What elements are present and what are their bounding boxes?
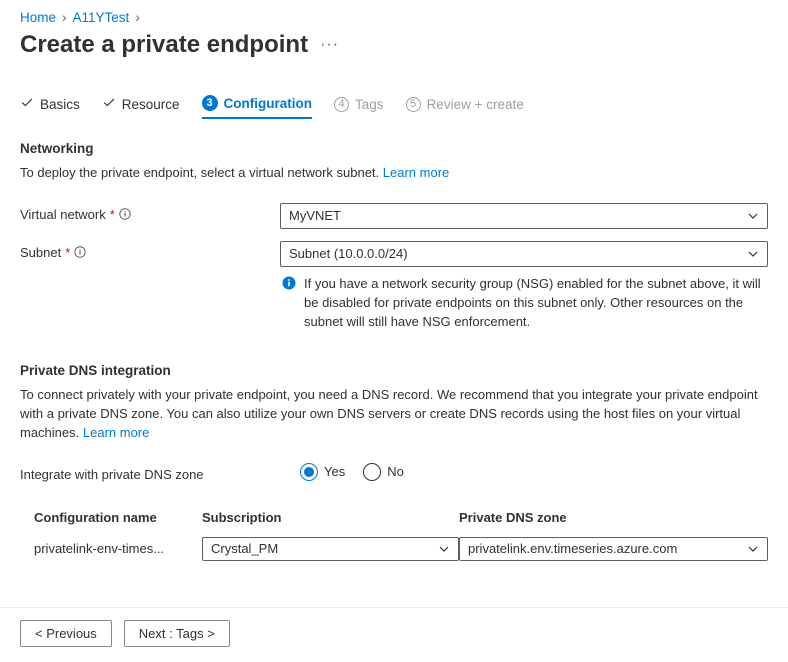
chevron-right-icon: › <box>62 10 67 25</box>
required-asterisk: * <box>110 207 115 222</box>
nsg-hint-text: If you have a network security group (NS… <box>304 275 766 332</box>
tabs: Basics Resource 3 Configuration 4 Tags 5… <box>20 95 768 119</box>
tab-configuration[interactable]: 3 Configuration <box>202 95 312 119</box>
table-row: privatelink-env-times... Crystal_PM priv… <box>20 531 768 567</box>
info-icon[interactable] <box>74 246 86 258</box>
footer: < Previous Next : Tags > <box>0 607 788 659</box>
subnet-value: Subnet (10.0.0.0/24) <box>289 246 408 261</box>
tab-resource[interactable]: Resource <box>102 95 180 119</box>
step-number-icon: 3 <box>202 95 218 111</box>
next-button[interactable]: Next : Tags > <box>124 620 230 647</box>
radio-circle-icon <box>363 463 381 481</box>
tab-label: Resource <box>122 97 180 112</box>
learn-more-link[interactable]: Learn more <box>383 165 449 180</box>
th-subscription: Subscription <box>202 510 459 525</box>
subnet-label: Subnet * <box>20 241 280 260</box>
page-title: Create a private endpoint <box>20 31 308 59</box>
tab-basics[interactable]: Basics <box>20 95 80 119</box>
tab-label: Tags <box>355 97 384 112</box>
private-dns-zone-value: privatelink.env.timeseries.azure.com <box>468 541 677 556</box>
info-icon <box>282 275 296 332</box>
checkmark-icon <box>102 96 116 113</box>
radio-label: No <box>387 464 404 479</box>
breadcrumb-home[interactable]: Home <box>20 10 56 25</box>
th-configuration-name: Configuration name <box>20 510 202 525</box>
required-asterisk: * <box>65 245 70 260</box>
chevron-down-icon <box>747 543 759 555</box>
section-heading-networking: Networking <box>20 141 768 156</box>
th-private-dns-zone: Private DNS zone <box>459 510 768 525</box>
tab-label: Basics <box>40 97 80 112</box>
learn-more-link[interactable]: Learn more <box>83 425 149 440</box>
radio-circle-icon <box>300 463 318 481</box>
breadcrumb-a11ytest[interactable]: A11YTest <box>73 10 130 25</box>
more-actions-icon[interactable]: ··· <box>320 36 339 54</box>
subscription-value: Crystal_PM <box>211 541 278 556</box>
tab-review-create[interactable]: 5 Review + create <box>406 95 524 119</box>
checkmark-icon <box>20 96 34 113</box>
networking-description: To deploy the private endpoint, select a… <box>20 164 768 183</box>
step-number-icon: 5 <box>406 97 421 112</box>
radio-yes[interactable]: Yes <box>300 463 345 481</box>
previous-button[interactable]: < Previous <box>20 620 112 647</box>
breadcrumb: Home › A11YTest › <box>20 10 768 25</box>
dns-table: Configuration name Subscription Private … <box>20 504 768 567</box>
tab-label: Review + create <box>427 97 524 112</box>
info-icon[interactable] <box>119 208 131 220</box>
section-heading-dns: Private DNS integration <box>20 363 768 378</box>
integrate-radio-group: Yes No <box>300 463 768 481</box>
chevron-down-icon <box>747 210 759 222</box>
vnet-select[interactable]: MyVNET <box>280 203 768 229</box>
subscription-select[interactable]: Crystal_PM <box>202 537 459 561</box>
private-dns-zone-select[interactable]: privatelink.env.timeseries.azure.com <box>459 537 768 561</box>
integrate-label: Integrate with private DNS zone <box>20 463 300 482</box>
radio-label: Yes <box>324 464 345 479</box>
dns-description: To connect privately with your private e… <box>20 386 768 443</box>
subnet-select[interactable]: Subnet (10.0.0.0/24) <box>280 241 768 267</box>
vnet-value: MyVNET <box>289 208 341 223</box>
tab-tags[interactable]: 4 Tags <box>334 95 384 119</box>
step-number-icon: 4 <box>334 97 349 112</box>
vnet-label: Virtual network * <box>20 203 280 222</box>
tab-label: Configuration <box>224 96 312 111</box>
cell-config-name: privatelink-env-times... <box>20 541 202 556</box>
chevron-down-icon <box>438 543 450 555</box>
chevron-right-icon: › <box>135 10 140 25</box>
radio-no[interactable]: No <box>363 463 404 481</box>
chevron-down-icon <box>747 248 759 260</box>
